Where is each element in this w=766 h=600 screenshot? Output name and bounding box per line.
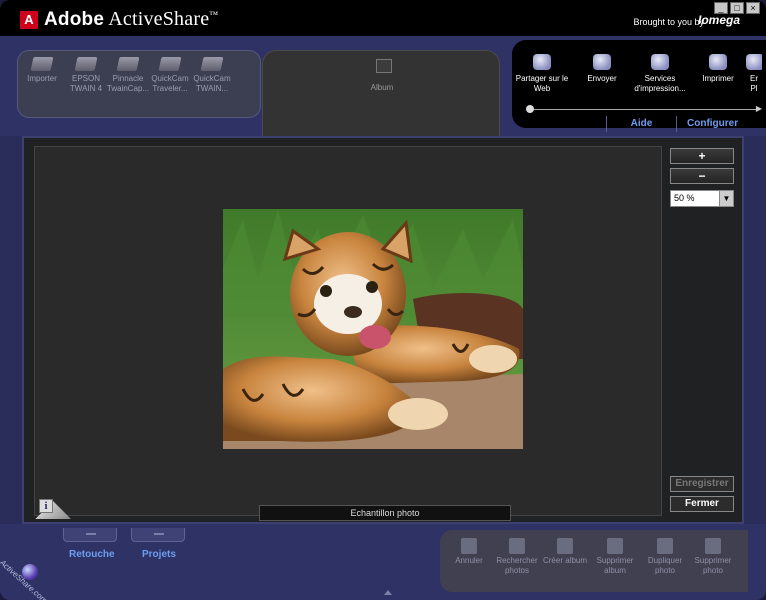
share-label: Imprimer (702, 74, 734, 83)
source-epson-twain[interactable]: EPSON TWAIN 4 (64, 57, 108, 94)
zoom-in-button[interactable]: + (670, 148, 734, 164)
tool-label: Créer album (542, 556, 587, 565)
tab-configurer[interactable]: Configurer (676, 116, 760, 132)
more-icon (746, 54, 762, 70)
viewer-sidebar: + − 50 % ▼ Enregistrer Fermer (668, 146, 738, 516)
projets-tab-handle[interactable] (131, 528, 185, 542)
scroll-right-arrow-icon[interactable]: ▶ (756, 104, 762, 113)
import-sources-panel: Importer EPSON TWAIN 4 Pinnacle TwainCap… (17, 50, 261, 118)
photo-canvas: i Echantillon photo (34, 146, 662, 521)
printer-icon (709, 54, 727, 70)
expand-arrow-icon[interactable] (384, 590, 392, 595)
adobe-logo-icon: A (20, 11, 38, 29)
tool-label: Dupliquer photo (647, 556, 683, 575)
share-label: Envoyer (587, 74, 617, 83)
minimize-button[interactable]: _ (714, 2, 728, 14)
source-label: QuickCam Traveler... (151, 74, 189, 93)
activeshare-link[interactable]: ActiveShare.com (0, 558, 49, 600)
scanner-icon (200, 57, 224, 71)
tab-projets[interactable]: Projets (142, 549, 176, 560)
retouche-tab-handle[interactable] (63, 528, 117, 542)
source-quickcam-traveler[interactable]: QuickCam Traveler... (148, 57, 192, 94)
album-tab[interactable]: Album (262, 50, 500, 150)
album-icon (376, 59, 392, 73)
undo-icon (461, 538, 477, 554)
web-share-icon (533, 54, 551, 70)
import-icon (30, 57, 54, 71)
tab-aide[interactable]: Aide (606, 116, 676, 132)
duplicate-photo-icon (657, 538, 673, 554)
tab-retouche[interactable]: Retouche (69, 549, 115, 560)
delete-photo-icon (705, 538, 721, 554)
delete-album-icon (607, 538, 623, 554)
print-button[interactable]: Imprimer (690, 54, 746, 84)
grip-icon (86, 533, 96, 535)
send-button[interactable]: Envoyer (574, 54, 630, 84)
tool-label: Rechercher photos (496, 556, 538, 575)
more-share-button[interactable]: Er Pl (746, 54, 762, 94)
source-label: QuickCam TWAIN... (193, 74, 231, 93)
app-window: A Adobe ActiveShare™ Brought to you by I… (0, 0, 766, 600)
zoom-value: 50 % (674, 193, 695, 203)
photo-caption: Echantillon photo (259, 505, 511, 521)
sponsor-text: Brought to you by (633, 17, 704, 27)
share-panel: Partager sur le Web Envoyer Services d'i… (512, 40, 766, 128)
sample-photo[interactable] (223, 209, 523, 449)
close-window-button[interactable]: × (746, 2, 760, 14)
close-button[interactable]: Fermer (670, 496, 734, 512)
save-button[interactable]: Enregistrer (670, 476, 734, 492)
source-importer[interactable]: Importer (20, 57, 64, 84)
source-pinnacle[interactable]: Pinnacle TwainCap... (106, 57, 150, 94)
scanner-icon (74, 57, 98, 71)
window-controls: _ □ × (714, 2, 760, 14)
trademark: ™ (209, 9, 219, 20)
share-label: Services d'impression... (634, 74, 686, 93)
app-title: Adobe ActiveShare™ (44, 8, 218, 31)
chevron-down-icon[interactable]: ▼ (719, 191, 733, 206)
grip-icon (154, 533, 164, 535)
search-photos-icon (509, 538, 525, 554)
share-web-button[interactable]: Partager sur le Web (514, 54, 570, 94)
info-icon[interactable]: i (39, 499, 53, 513)
tiger-cub-image (223, 209, 523, 449)
share-label: Er Pl (750, 74, 758, 93)
create-album-icon (557, 538, 573, 554)
print-services-button[interactable]: Services d'impression... (630, 54, 690, 94)
app-title-adobe: Adobe (44, 9, 105, 30)
photo-viewer: i Echantillon photo + − 50 % ▼ Enregistr… (22, 136, 744, 524)
send-icon (593, 54, 611, 70)
tool-label: Supprimer photo (694, 556, 732, 575)
duplicate-photo-button[interactable]: Dupliquer photo (640, 538, 690, 576)
source-label: Importer (27, 74, 57, 83)
zoom-out-button[interactable]: − (670, 168, 734, 184)
source-label: EPSON TWAIN 4 (69, 74, 103, 93)
delete-album-button[interactable]: Supprimer album (590, 538, 640, 576)
tool-label: Supprimer album (596, 556, 634, 575)
photo-tools-panel: Annuler Rechercher photos Créer album Su… (440, 530, 748, 592)
share-label: Partager sur le Web (515, 74, 569, 93)
share-scrollbar[interactable]: ▶ (526, 104, 762, 113)
print-services-icon (651, 54, 669, 70)
album-label: Album (370, 83, 394, 92)
top-tabs: Aide Configurer (606, 116, 760, 132)
delete-photo-button[interactable]: Supprimer photo (688, 538, 738, 576)
scanner-icon (158, 57, 182, 71)
maximize-button[interactable]: □ (730, 2, 744, 14)
zoom-select[interactable]: 50 % ▼ (670, 190, 734, 207)
source-label: Pinnacle TwainCap... (106, 74, 150, 93)
search-photos-button[interactable]: Rechercher photos (492, 538, 542, 576)
tool-label: Annuler (455, 556, 483, 565)
title-bar: A Adobe ActiveShare™ Brought to you by I… (0, 0, 766, 36)
app-title-product: ActiveShare (108, 8, 210, 30)
source-quickcam-twain[interactable]: QuickCam TWAIN... (190, 57, 234, 94)
scanner-icon (116, 57, 140, 71)
scroll-knob[interactable] (526, 105, 534, 113)
bottom-bar: Retouche Projets ActiveShare.com Annuler… (0, 524, 766, 600)
undo-button[interactable]: Annuler (444, 538, 494, 566)
create-album-button[interactable]: Créer album (540, 538, 590, 566)
sponsor-logo: Iomega (697, 13, 740, 27)
scroll-track (532, 109, 760, 110)
